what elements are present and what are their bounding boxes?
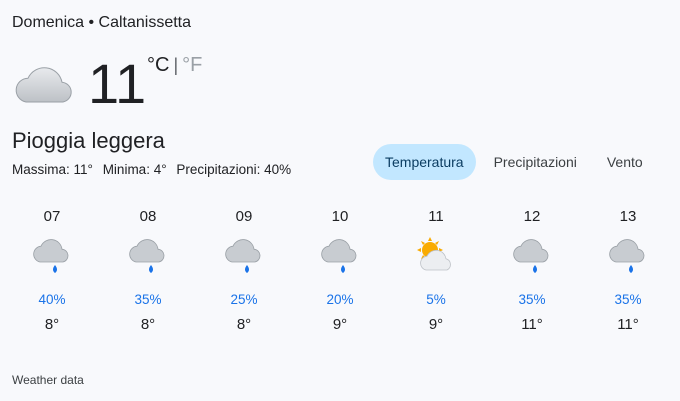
hour-temp: 8° xyxy=(236,316,252,333)
weather-data-link[interactable]: Weather data xyxy=(12,373,84,387)
hour-temp: 9° xyxy=(332,316,348,333)
hour-temp: 8° xyxy=(44,316,60,333)
hour-item[interactable]: 10 20% 9° xyxy=(292,206,388,333)
tab-vento[interactable]: Vento xyxy=(595,144,655,180)
hour-item[interactable]: 09 25% 8° xyxy=(196,206,292,333)
min-temperature: Minima: 4° xyxy=(102,162,167,177)
hour-item[interactable]: 07 40% 8° xyxy=(4,206,100,333)
rain-cloud-icon xyxy=(609,239,645,273)
hour-precip: 5% xyxy=(426,292,446,307)
hour-precip: 25% xyxy=(230,292,258,307)
hour-temp: 11° xyxy=(521,316,543,333)
hour-item[interactable]: 13 35% 11° xyxy=(580,206,676,333)
hour-item[interactable]: 12 35% 11° xyxy=(484,206,580,333)
forecast-tabs: Temperatura Precipitazioni Vento xyxy=(373,144,661,180)
hour-label: 12 xyxy=(523,208,541,225)
hour-item[interactable]: 08 35% 8° xyxy=(100,206,196,333)
hour-precip: 35% xyxy=(518,292,546,307)
hour-precip: 35% xyxy=(134,292,162,307)
hour-precip: 40% xyxy=(38,292,66,307)
weather-condition: Pioggia leggera xyxy=(12,128,165,153)
hourly-forecast: 07 40% 8° 08 35% 8° 09 25% 8° 10 20% 9° xyxy=(4,206,676,333)
tab-precipitazioni[interactable]: Precipitazioni xyxy=(482,144,589,180)
hour-label: 10 xyxy=(331,208,349,225)
weather-details: Massima: 11° Minima: 4° Precipitazioni: … xyxy=(12,162,291,177)
celsius-toggle[interactable]: °C xyxy=(147,54,169,76)
hour-label: 13 xyxy=(619,208,637,225)
fahrenheit-toggle[interactable]: °F xyxy=(182,54,202,76)
hour-label: 09 xyxy=(235,208,253,225)
hour-temp: 8° xyxy=(140,316,156,333)
hour-precip: 20% xyxy=(326,292,354,307)
hour-label: 07 xyxy=(43,208,61,225)
location-title: Domenica • Caltanissetta xyxy=(12,14,192,31)
hour-item[interactable]: 11 5% 9° xyxy=(388,206,484,333)
hour-temp: 9° xyxy=(428,316,444,333)
cloud-icon xyxy=(15,67,72,103)
rain-cloud-icon xyxy=(33,239,69,273)
unit-switch: °C | °F xyxy=(147,53,202,77)
rain-cloud-icon xyxy=(513,239,549,273)
hour-temp: 11° xyxy=(617,316,639,333)
hour-label: 11 xyxy=(428,208,444,225)
rain-cloud-icon xyxy=(321,239,357,273)
hour-precip: 35% xyxy=(614,292,642,307)
current-temperature: 11 xyxy=(88,52,147,115)
rain-cloud-icon xyxy=(225,239,261,273)
rain-cloud-icon xyxy=(129,239,165,273)
max-temperature: Massima: 11° xyxy=(12,162,93,177)
tab-temperatura[interactable]: Temperatura xyxy=(373,144,476,180)
hour-label: 08 xyxy=(139,208,157,225)
precipitation-chance: Precipitazioni: 40% xyxy=(176,162,292,177)
partly-sunny-icon xyxy=(417,237,451,271)
unit-separator: | xyxy=(173,55,179,75)
